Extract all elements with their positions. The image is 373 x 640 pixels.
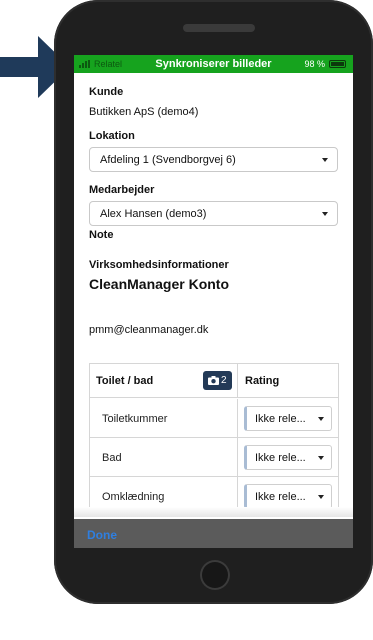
table-row: Bad Ikke rele... <box>90 438 338 477</box>
column-divider <box>237 438 238 477</box>
caret-down-icon <box>322 212 328 216</box>
photo-count: 2 <box>221 375 227 386</box>
rating-select[interactable]: Ikke rele... <box>244 484 332 509</box>
caret-down-icon <box>318 495 324 499</box>
kunde-value: Butikken ApS (demo4) <box>89 106 199 118</box>
caret-down-icon <box>318 456 324 460</box>
kunde-label: Kunde <box>89 86 124 98</box>
section-title: Toilet / bad <box>96 375 154 387</box>
status-bar: Relatel Synkroniserer billeder 98 % <box>74 55 353 73</box>
table-row: Toiletkummer Ikke rele... <box>90 399 338 438</box>
column-divider <box>237 364 238 398</box>
battery-percentage: 98 % <box>304 59 325 69</box>
medarbejder-label: Medarbejder <box>89 184 155 196</box>
caret-down-icon <box>318 417 324 421</box>
battery-icon <box>329 60 346 68</box>
lokation-label: Lokation <box>89 130 135 142</box>
column-divider <box>237 399 238 438</box>
virksomhedsinformationer-label: Virksomhedsinformationer <box>89 259 229 271</box>
lokation-select[interactable]: Afdeling 1 (Svendborgvej 6) <box>89 147 338 172</box>
rating-select[interactable]: Ikke rele... <box>244 406 332 431</box>
home-button[interactable] <box>200 560 230 590</box>
medarbejder-selected-value: Alex Hansen (demo3) <box>100 208 207 220</box>
lokation-selected-value: Afdeling 1 (Svendborgvej 6) <box>100 154 236 166</box>
rating-value: Ikke rele... <box>255 491 306 503</box>
scroll-shadow <box>74 507 353 517</box>
rating-select[interactable]: Ikke rele... <box>244 445 332 470</box>
keyboard-toolbar: Done <box>74 519 353 548</box>
checklist-table: Toilet / bad 2 Rating Toiletkummer Ikke … <box>89 363 339 513</box>
rating-value: Ikke rele... <box>255 413 306 425</box>
table-header: Toilet / bad 2 Rating <box>90 364 338 398</box>
rating-value: Ikke rele... <box>255 452 306 464</box>
done-button[interactable]: Done <box>87 528 117 542</box>
speaker-grille <box>183 24 255 32</box>
row-name: Bad <box>102 452 122 464</box>
rating-header: Rating <box>245 375 280 387</box>
company-email: pmm@cleanmanager.dk <box>89 324 209 336</box>
camera-button[interactable]: 2 <box>203 371 232 390</box>
note-label: Note <box>89 229 114 241</box>
account-name: CleanManager Konto <box>89 276 230 292</box>
caret-down-icon <box>322 158 328 162</box>
camera-icon <box>208 376 219 385</box>
row-name: Toiletkummer <box>102 413 168 425</box>
medarbejder-select[interactable]: Alex Hansen (demo3) <box>89 201 338 226</box>
app-screen: Relatel Synkroniserer billeder 98 % Kund… <box>74 55 353 548</box>
row-name: Omklædning <box>102 491 165 503</box>
